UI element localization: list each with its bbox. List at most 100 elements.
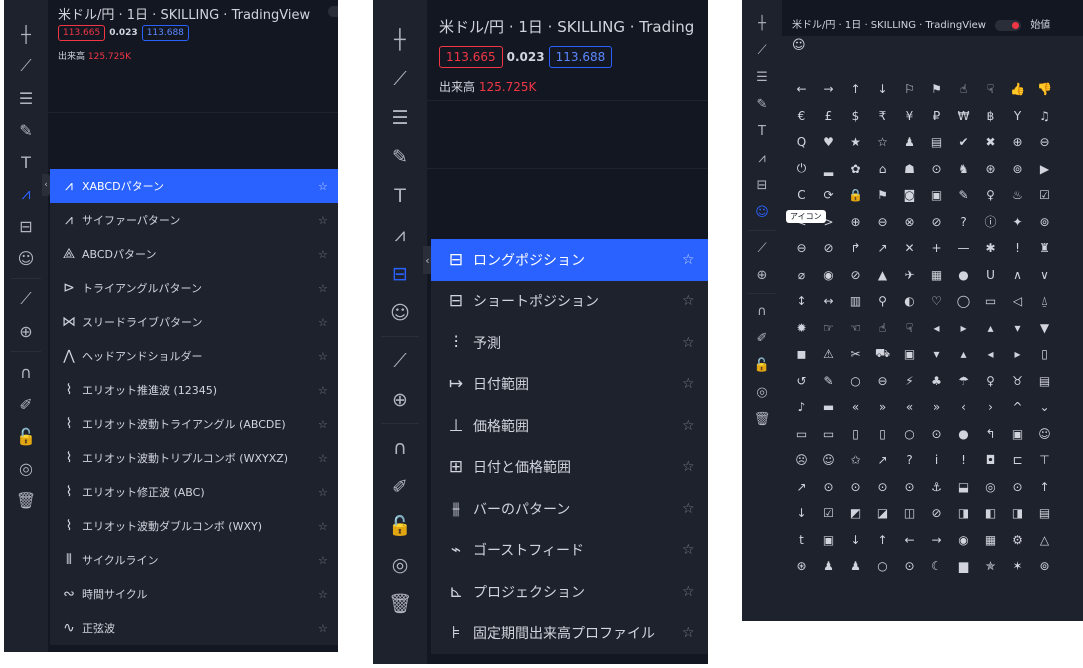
favorite-star-icon[interactable]: ☆ (318, 452, 338, 465)
emoji-cell[interactable]: ★ (842, 129, 869, 156)
emoji-cell[interactable]: ⊕ (1004, 129, 1031, 156)
emoji-cell[interactable]: ♟ (842, 553, 869, 580)
menu-item[interactable]: ⫵ バーのパターン ☆ (431, 488, 708, 530)
emoji-cell[interactable]: ▸ (950, 315, 977, 342)
emoji-cell[interactable]: ← (896, 527, 923, 554)
emoji-cell[interactable]: ₩ (950, 103, 977, 130)
favorite-star-icon[interactable]: ☆ (318, 350, 338, 363)
emoji-cell[interactable]: ☑ (815, 500, 842, 527)
prediction-icon[interactable]: ⊟ (10, 210, 42, 242)
favorite-star-icon[interactable]: ☆ (318, 622, 338, 635)
emoji-cell[interactable]: ↔ (815, 288, 842, 315)
emoji-cell[interactable]: ✹ (788, 315, 815, 342)
emoji-cell[interactable]: ✎ (815, 368, 842, 395)
emoji-cell[interactable]: ↕ (788, 288, 815, 315)
emoji-cell[interactable]: ◙ (896, 182, 923, 209)
emoji-cell[interactable]: + (923, 235, 950, 262)
emoji-cell[interactable]: ⌂ (869, 156, 896, 183)
emoji-cell[interactable]: ♀ (977, 368, 1004, 395)
crosshair-icon[interactable]: ┼ (381, 20, 420, 59)
emoji-cell[interactable]: ✶ (1004, 553, 1031, 580)
emoji-cell[interactable]: ◘ (977, 447, 1004, 474)
emoji-cell[interactable]: ⬓ (950, 474, 977, 501)
favorite-star-icon[interactable]: ☆ (682, 252, 708, 268)
emoji-cell[interactable]: ฿ (977, 103, 1004, 130)
emoji-cell[interactable]: ! (1004, 235, 1031, 262)
emoji-cell[interactable]: ⊙ (815, 474, 842, 501)
emoji-cell[interactable]: ▆ (950, 553, 977, 580)
emoji-cell[interactable]: ⊙ (923, 156, 950, 183)
emoji-cell[interactable]: ⌀ (788, 262, 815, 289)
emoji-cell[interactable]: ☺ (815, 447, 842, 474)
emoji-cell[interactable]: t (788, 527, 815, 554)
emoji-cell[interactable]: ☟ (977, 76, 1004, 103)
emoji-cell[interactable]: ⊖ (869, 368, 896, 395)
emoji-cell[interactable]: ⊘ (923, 209, 950, 236)
collapse-tab[interactable]: ‹ (42, 174, 50, 196)
pattern-icon[interactable]: ⩘ (749, 145, 776, 172)
emoji-icon[interactable]: ☺ (749, 199, 776, 226)
emoji-cell[interactable]: 🔒 (842, 182, 869, 209)
eye-icon[interactable]: ◎ (749, 379, 776, 406)
emoji-cell[interactable]: ⚲ (869, 288, 896, 315)
menu-item[interactable]: ↦ 日付範囲 ☆ (431, 364, 708, 406)
emoji-cell[interactable]: ♟ (815, 553, 842, 580)
favorite-star-icon[interactable]: ☆ (682, 293, 708, 309)
emoji-cell[interactable]: ▲ (869, 262, 896, 289)
emoji-cell[interactable]: ⚑ (869, 182, 896, 209)
trash-icon[interactable]: 🗑 (10, 484, 42, 516)
emoji-cell[interactable]: ○ (869, 553, 896, 580)
magnet-icon[interactable]: ∩ (10, 356, 42, 388)
emoji-cell[interactable]: ♡ (923, 288, 950, 315)
emoji-cell[interactable]: ◂ (977, 341, 1004, 368)
favorite-star-icon[interactable]: ☆ (318, 588, 338, 601)
emoji-cell[interactable]: $ (842, 103, 869, 130)
menu-item[interactable]: ⊧ 固定期間出来高プロファイル ☆ (431, 613, 708, 655)
emoji-cell[interactable]: ✩ (842, 447, 869, 474)
favorite-star-icon[interactable]: ☆ (318, 554, 338, 567)
emoji-cell[interactable]: ▂ (815, 156, 842, 183)
menu-item[interactable]: ⌇ エリオット修正波 (ABC) ☆ (50, 475, 338, 509)
emoji-cell[interactable]: ⊚ (1031, 209, 1058, 236)
emoji-cell[interactable]: ◪ (869, 500, 896, 527)
emoji-cell[interactable]: ↗ (788, 474, 815, 501)
chart-title-toggle[interactable] (995, 19, 1022, 31)
brush-icon[interactable]: ✎ (381, 137, 420, 176)
emoji-icon[interactable]: ☺ (381, 293, 420, 332)
emoji-cell[interactable]: ◉ (815, 262, 842, 289)
emoji-cell[interactable]: ☝ (869, 315, 896, 342)
prediction-icon[interactable]: ⊟ (749, 172, 776, 199)
emoji-cell[interactable]: ▦ (923, 262, 950, 289)
menu-item[interactable]: ⫶ 予測 ☆ (431, 322, 708, 364)
emoji-cell[interactable]: ▶ (1031, 156, 1058, 183)
emoji-cell[interactable]: ⚙ (1004, 527, 1031, 554)
emoji-cell[interactable]: ↑ (869, 527, 896, 554)
crosshair-icon[interactable]: ┼ (10, 18, 42, 50)
emoji-cell[interactable]: ○ (842, 368, 869, 395)
pencil-lock-icon[interactable]: ✐ (10, 388, 42, 420)
emoji-cell[interactable]: ▭ (788, 421, 815, 448)
emoji-cell[interactable]: ○ (896, 421, 923, 448)
favorite-star-icon[interactable]: ☆ (318, 384, 338, 397)
emoji-cell[interactable]: ✖ (977, 129, 1004, 156)
emoji-cell[interactable]: ⚓ (923, 474, 950, 501)
menu-item[interactable]: ∾ 時間サイクル ☆ (50, 577, 338, 611)
magnet-icon[interactable]: ∩ (381, 428, 420, 467)
emoji-cell[interactable]: ⍙ (1031, 288, 1058, 315)
trash-icon[interactable]: 🗑 (381, 584, 420, 623)
lock-icon[interactable]: 🔓 (749, 352, 776, 379)
emoji-cell[interactable]: Y (1004, 103, 1031, 130)
brush-icon[interactable]: ✎ (10, 114, 42, 146)
emoji-cell[interactable]: ✱ (977, 235, 1004, 262)
emoji-cell[interactable]: ∨ (1031, 262, 1058, 289)
trash-icon[interactable]: 🗑 (749, 406, 776, 433)
chart-title-toggle[interactable] (328, 6, 338, 17)
emoji-cell[interactable]: ☟ (896, 315, 923, 342)
favorite-star-icon[interactable]: ☆ (318, 486, 338, 499)
zoom-in-icon[interactable]: ⊕ (381, 380, 420, 419)
emoji-icon[interactable]: ☺ (10, 242, 42, 274)
emoji-cell[interactable]: » (869, 394, 896, 421)
favorite-star-icon[interactable]: ☆ (318, 520, 338, 533)
trend-line-icon[interactable]: ⟋ (381, 59, 420, 98)
emoji-cell[interactable]: ▤ (923, 129, 950, 156)
